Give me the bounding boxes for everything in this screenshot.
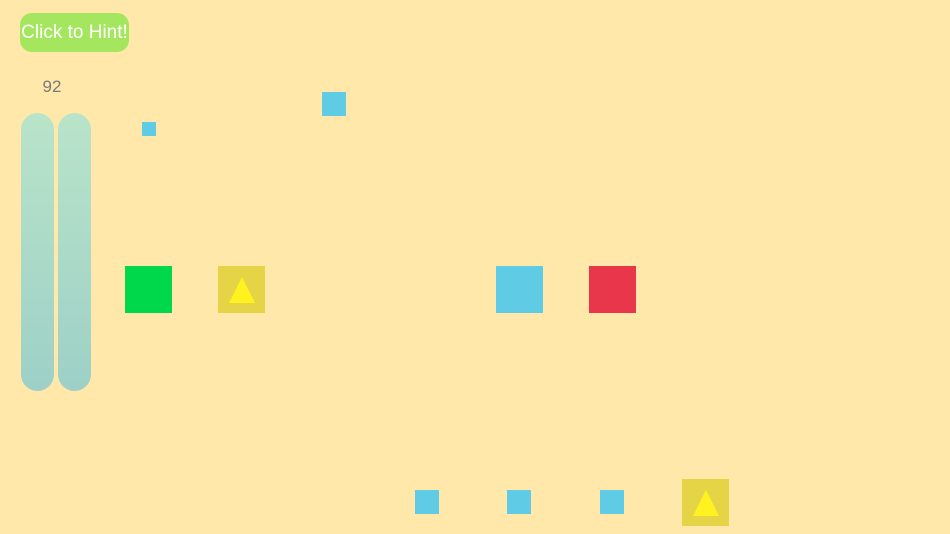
meter-left [21,113,54,391]
blue-square-bottom-2[interactable] [507,490,531,514]
triangle-icon [228,277,255,303]
game-board: Click to Hint! 92 [0,0,950,534]
blue-square-bottom-1[interactable] [415,490,439,514]
green-square[interactable] [125,266,172,313]
red-square[interactable] [589,266,636,313]
hint-button[interactable]: Click to Hint! [20,13,129,52]
yellow-triangle-tile-bottom[interactable] [682,479,729,526]
triangle-icon [692,490,719,516]
blue-square-large[interactable] [496,266,543,313]
meter-right [58,113,91,391]
score-counter: 92 [42,77,62,96]
blue-square-small[interactable] [142,122,156,136]
yellow-triangle-tile[interactable] [218,266,265,313]
blue-square-top[interactable] [322,92,346,116]
blue-square-bottom-3[interactable] [600,490,624,514]
